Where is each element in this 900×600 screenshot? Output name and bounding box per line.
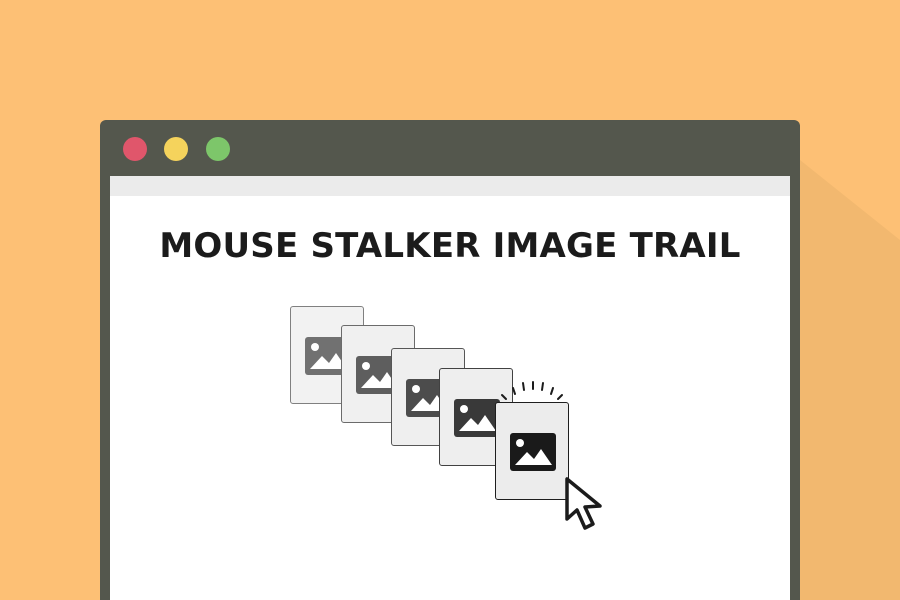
maximize-window-button[interactable] (206, 137, 230, 161)
close-window-button[interactable] (123, 137, 147, 161)
arrow-cursor-icon (565, 477, 602, 530)
page-title: MOUSE STALKER IMAGE TRAIL (159, 226, 741, 266)
trail-card-5 (495, 402, 569, 500)
scene: MOUSE STALKER IMAGE TRAIL (0, 0, 900, 600)
browser-toolbar (110, 176, 790, 196)
sparkle-icon (501, 381, 563, 400)
image-icon (454, 399, 500, 437)
minimize-window-button[interactable] (164, 137, 188, 161)
image-icon (510, 433, 556, 471)
page-viewport: MOUSE STALKER IMAGE TRAIL (110, 176, 790, 600)
browser-window: MOUSE STALKER IMAGE TRAIL (100, 120, 800, 600)
